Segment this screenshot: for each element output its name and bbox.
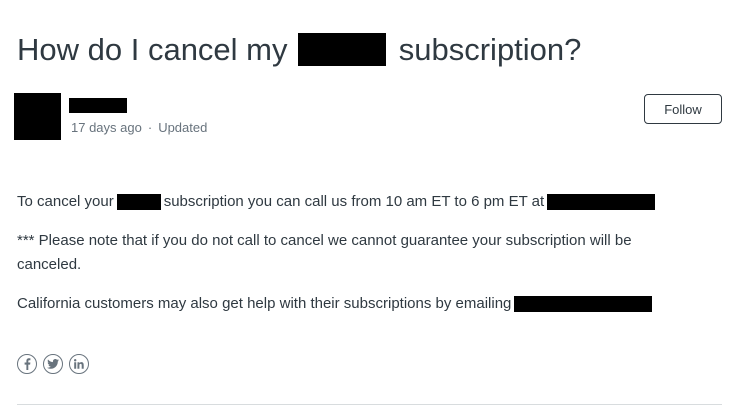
paragraph-3-text: California customers may also get help w… xyxy=(17,295,512,312)
redacted-brand-inline xyxy=(116,194,161,211)
paragraph-note: *** Please note that if you do not call … xyxy=(17,232,632,273)
page-title: How do I cancel my subscription? xyxy=(17,30,581,70)
twitter-icon[interactable] xyxy=(43,354,63,374)
paragraph-cancel-info: To cancel your subscription you can call … xyxy=(17,190,697,214)
linkedin-icon[interactable] xyxy=(69,354,89,374)
follow-button[interactable]: Follow xyxy=(644,94,722,124)
article-updated: Updated xyxy=(158,120,208,135)
article-meta: 17 days ago · Updated xyxy=(71,120,207,135)
article-age: 17 days ago xyxy=(71,120,142,135)
article-body: To cancel your subscription you can call … xyxy=(17,190,697,331)
redacted-author-name xyxy=(69,98,127,113)
redacted-email xyxy=(514,296,653,313)
redacted-brand xyxy=(298,33,387,67)
paragraph-1-middle: subscription you can call us from 10 am … xyxy=(163,193,545,210)
paragraph-1-before: To cancel your xyxy=(17,193,114,210)
title-text-after: subscription? xyxy=(398,32,582,67)
paragraph-california: California customers may also get help w… xyxy=(17,292,697,316)
redacted-phone-number xyxy=(547,194,656,211)
author-avatar xyxy=(14,93,61,140)
meta-separator: · xyxy=(147,120,153,135)
share-buttons xyxy=(17,354,89,374)
divider xyxy=(17,404,722,405)
title-text-before: How do I cancel my xyxy=(17,32,288,67)
facebook-icon[interactable] xyxy=(17,354,37,374)
